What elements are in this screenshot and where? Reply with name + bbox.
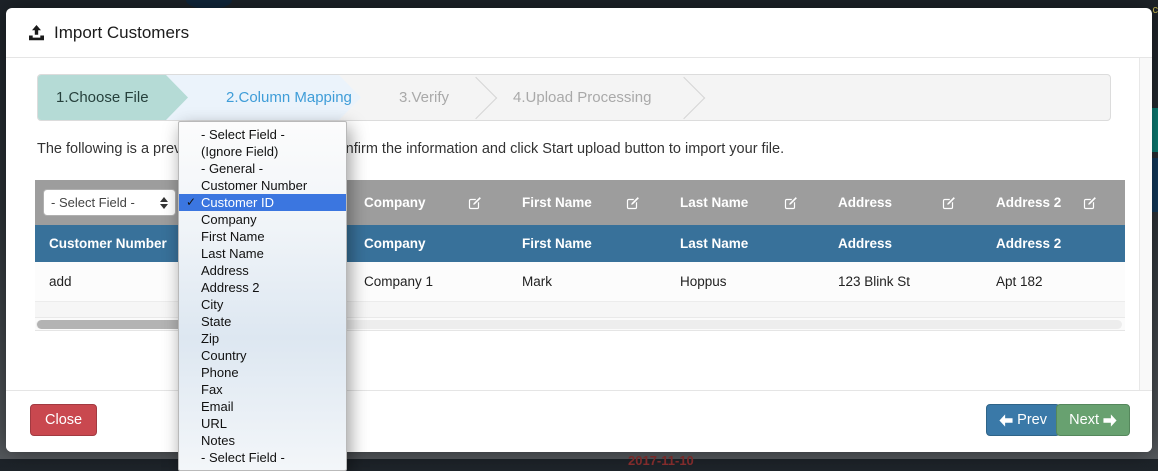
edit-icon[interactable] <box>784 196 798 210</box>
table-cell: Hoppus <box>668 274 826 289</box>
edit-icon[interactable] <box>626 196 640 210</box>
dropdown-option[interactable]: First Name <box>179 228 346 245</box>
mapped-field-label: Address 2 <box>996 195 1061 210</box>
step-label: 3.Verify <box>399 89 449 106</box>
step-column-mapping[interactable]: 2.Column Mapping <box>166 75 361 120</box>
dropdown-option-selected[interactable]: ✓ Customer ID <box>179 194 346 211</box>
dropdown-option[interactable]: Address 2 <box>179 279 346 296</box>
field-select[interactable]: - Select Field - <box>43 189 176 216</box>
mapping-cell: First Name <box>510 195 668 210</box>
wizard-steps: 1.Choose File 2.Column Mapping 3.Verify … <box>37 74 1111 121</box>
dropdown-option[interactable]: URL <box>179 415 346 432</box>
step-label: 1.Choose File <box>56 89 149 106</box>
column-header: Address 2 <box>984 236 1125 251</box>
mapping-cell: Address <box>826 195 984 210</box>
mapping-cell: Last Name <box>668 195 826 210</box>
mapped-field-label: First Name <box>522 195 592 210</box>
dropdown-option[interactable]: Country <box>179 347 346 364</box>
table-cell: 123 Blink St <box>826 274 984 289</box>
column-header: First Name <box>510 236 668 251</box>
dropdown-option[interactable]: Email <box>179 398 346 415</box>
dropdown-option[interactable]: - Select Field - <box>179 126 346 143</box>
dropdown-option[interactable]: Address <box>179 262 346 279</box>
next-button[interactable]: Next <box>1056 404 1130 436</box>
field-select-value: - Select Field - <box>51 195 135 210</box>
dropdown-option[interactable]: - Select Field - <box>179 449 346 466</box>
step-upload-processing[interactable]: 4.Upload Processing <box>483 75 677 120</box>
edit-icon[interactable] <box>1083 196 1097 210</box>
dropdown-option[interactable]: - General - <box>179 160 346 177</box>
edit-icon[interactable] <box>942 196 956 210</box>
mapped-field-label: Company <box>364 195 426 210</box>
table-cell: Company 1 <box>352 274 510 289</box>
checkmark-icon: ✓ <box>186 194 196 211</box>
step-choose-file[interactable]: 1.Choose File <box>38 75 188 120</box>
mapped-field-label: Address <box>838 195 892 210</box>
background-date-text: 2017-11-10 <box>628 453 694 468</box>
table-cell: Apt 182 <box>984 274 1125 289</box>
arrow-left-icon <box>999 414 1013 427</box>
dropdown-option[interactable]: Phone <box>179 364 346 381</box>
column-header: Last Name <box>668 236 826 251</box>
upload-icon <box>28 25 45 41</box>
mapped-field-label: Last Name <box>680 195 748 210</box>
background-fragment <box>1152 108 1158 152</box>
modal-header: Import Customers <box>6 8 1152 58</box>
dropdown-option[interactable]: (Ignore Field) <box>179 143 346 160</box>
table-cell: Mark <box>510 274 668 289</box>
dropdown-option[interactable]: Notes <box>179 432 346 449</box>
dropdown-option-label: Customer ID <box>201 195 274 210</box>
dropdown-option[interactable]: City <box>179 296 346 313</box>
dropdown-option[interactable]: Fax <box>179 381 346 398</box>
dropdown-option[interactable]: State <box>179 313 346 330</box>
prev-button-label: Prev <box>1017 412 1047 428</box>
modal-title: Import Customers <box>54 23 189 43</box>
close-button[interactable]: Close <box>30 404 97 436</box>
close-button-label: Close <box>45 412 82 428</box>
mapping-cell: Company <box>352 195 510 210</box>
column-header: Address <box>826 236 984 251</box>
field-select-dropdown: - Select Field - (Ignore Field) - Genera… <box>178 121 347 471</box>
column-header: Company <box>352 236 510 251</box>
arrow-right-icon <box>1103 414 1117 427</box>
dropdown-option[interactable]: Company <box>179 211 346 228</box>
prev-button[interactable]: Prev <box>986 404 1060 436</box>
dropdown-option[interactable]: Last Name <box>179 245 346 262</box>
edit-icon[interactable] <box>468 196 482 210</box>
background-clipped-text: c <box>1153 4 1158 16</box>
select-arrows-icon <box>160 197 168 209</box>
mapping-cell: Address 2 <box>984 195 1125 210</box>
vertical-scrollbar[interactable] <box>1139 58 1152 390</box>
next-button-label: Next <box>1069 412 1099 428</box>
dropdown-option[interactable]: Zip <box>179 330 346 347</box>
step-label: 2.Column Mapping <box>226 89 352 106</box>
step-verify[interactable]: 3.Verify <box>361 75 469 120</box>
dropdown-option[interactable]: Customer Number <box>179 177 346 194</box>
background-fragment <box>1152 158 1158 212</box>
step-label: 4.Upload Processing <box>513 89 651 106</box>
